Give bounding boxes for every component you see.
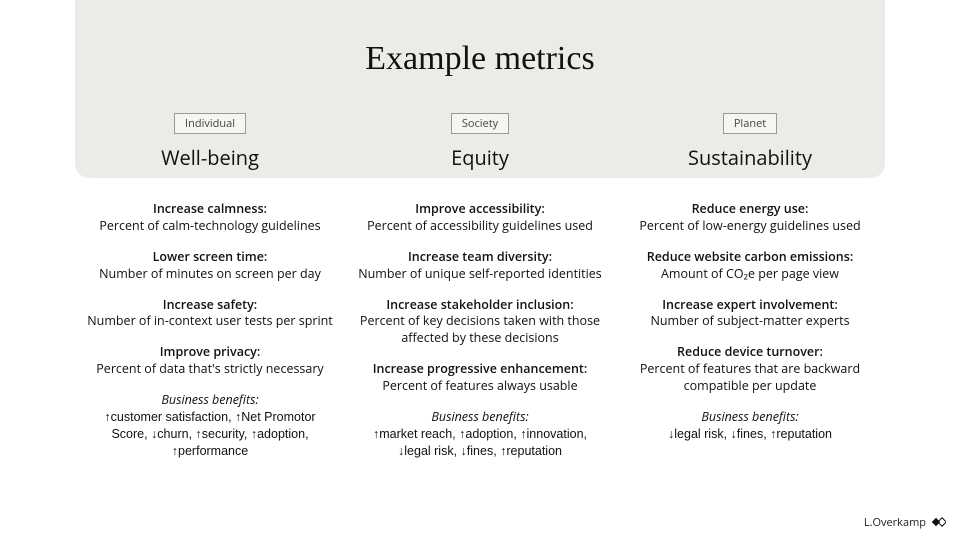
metric-desc: Number of in-context user tests per spri… [85, 313, 335, 330]
metric-title: Reduce device turnover: [625, 344, 875, 361]
metric-desc: Percent of calm-technology guidelines [85, 218, 335, 235]
metric-title: Improve accessibility: [355, 201, 605, 218]
column-individual: Individual Well-being Increase calmness:… [75, 110, 345, 460]
metrics-list: Reduce energy use: Percent of low-energy… [625, 201, 875, 443]
metric-desc: Percent of key decisions taken with thos… [355, 313, 605, 347]
metric-item: Increase progressive enhancement: Percen… [355, 361, 605, 395]
column-heading: Equity [355, 144, 605, 171]
metric-title: Increase expert involvement: [625, 297, 875, 314]
metric-title: Increase calmness: [85, 201, 335, 218]
metric-title: Increase team diversity: [355, 249, 605, 266]
metric-desc: Percent of features that are backward co… [625, 361, 875, 395]
metric-desc: Percent of low-energy guidelines used [625, 218, 875, 235]
benefits-text: ↑market reach, ↑adoption, ↑innovation, ↓… [355, 426, 605, 460]
metrics-list: Improve accessibility: Percent of access… [355, 201, 605, 460]
metric-desc: Number of minutes on screen per day [85, 266, 335, 283]
metric-item: Reduce energy use: Percent of low-energy… [625, 201, 875, 235]
metric-title: Lower screen time: [85, 249, 335, 266]
business-benefits: Business benefits: ↓legal risk, ↓fines, … [625, 409, 875, 443]
benefits-text: ↑customer satisfaction, ↑Net Promotor Sc… [85, 409, 335, 460]
column-tag: Individual [174, 113, 246, 134]
metric-item: Increase stakeholder inclusion: Percent … [355, 297, 605, 348]
metrics-list: Increase calmness: Percent of calm-techn… [85, 201, 335, 460]
metric-desc: Number of unique self-reported identitie… [355, 266, 605, 283]
metric-title: Increase progressive enhancement: [355, 361, 605, 378]
column-planet: Planet Sustainability Reduce energy use:… [615, 110, 885, 460]
benefits-label: Business benefits: [625, 409, 875, 426]
benefits-text: ↓legal risk, ↓fines, ↑reputation [625, 426, 875, 443]
business-benefits: Business benefits: ↑customer satisfactio… [85, 392, 335, 460]
slide: Example metrics Individual Well-being In… [0, 0, 960, 540]
business-benefits: Business benefits: ↑market reach, ↑adopt… [355, 409, 605, 460]
metric-desc: Percent of accessibility guidelines used [355, 218, 605, 235]
metric-item: Reduce device turnover: Percent of featu… [625, 344, 875, 395]
benefits-label: Business benefits: [85, 392, 335, 409]
metric-title: Reduce energy use: [625, 201, 875, 218]
metric-title: Reduce website carbon emissions: [625, 249, 875, 266]
metric-item: Increase calmness: Percent of calm-techn… [85, 201, 335, 235]
metric-item: Increase team diversity: Number of uniqu… [355, 249, 605, 283]
metric-title: Increase stakeholder inclusion: [355, 297, 605, 314]
metric-desc: Percent of features always usable [355, 378, 605, 395]
column-heading: Well-being [85, 144, 335, 171]
metric-item: Lower screen time: Number of minutes on … [85, 249, 335, 283]
attribution-text: L.Overkamp [864, 515, 926, 530]
metric-desc: Number of subject-matter experts [625, 313, 875, 330]
column-tag: Planet [723, 113, 777, 134]
benefits-label: Business benefits: [355, 409, 605, 426]
metric-desc: Amount of CO₂e per page view [625, 266, 875, 283]
metric-desc: Percent of data that's strictly necessar… [85, 361, 335, 378]
column-tag: Society [451, 113, 509, 134]
metric-item: Increase expert involvement: Number of s… [625, 297, 875, 331]
metric-title: Improve privacy: [85, 344, 335, 361]
metric-item: Improve accessibility: Percent of access… [355, 201, 605, 235]
columns: Individual Well-being Increase calmness:… [75, 110, 885, 460]
logo-icon [932, 516, 946, 530]
column-society: Society Equity Improve accessibility: Pe… [345, 110, 615, 460]
page-title: Example metrics [0, 40, 960, 78]
attribution: L.Overkamp [864, 515, 946, 530]
column-heading: Sustainability [625, 144, 875, 171]
metric-title: Increase safety: [85, 297, 335, 314]
metric-item: Reduce website carbon emissions: Amount … [625, 249, 875, 283]
metric-item: Increase safety: Number of in-context us… [85, 297, 335, 331]
metric-item: Improve privacy: Percent of data that's … [85, 344, 335, 378]
